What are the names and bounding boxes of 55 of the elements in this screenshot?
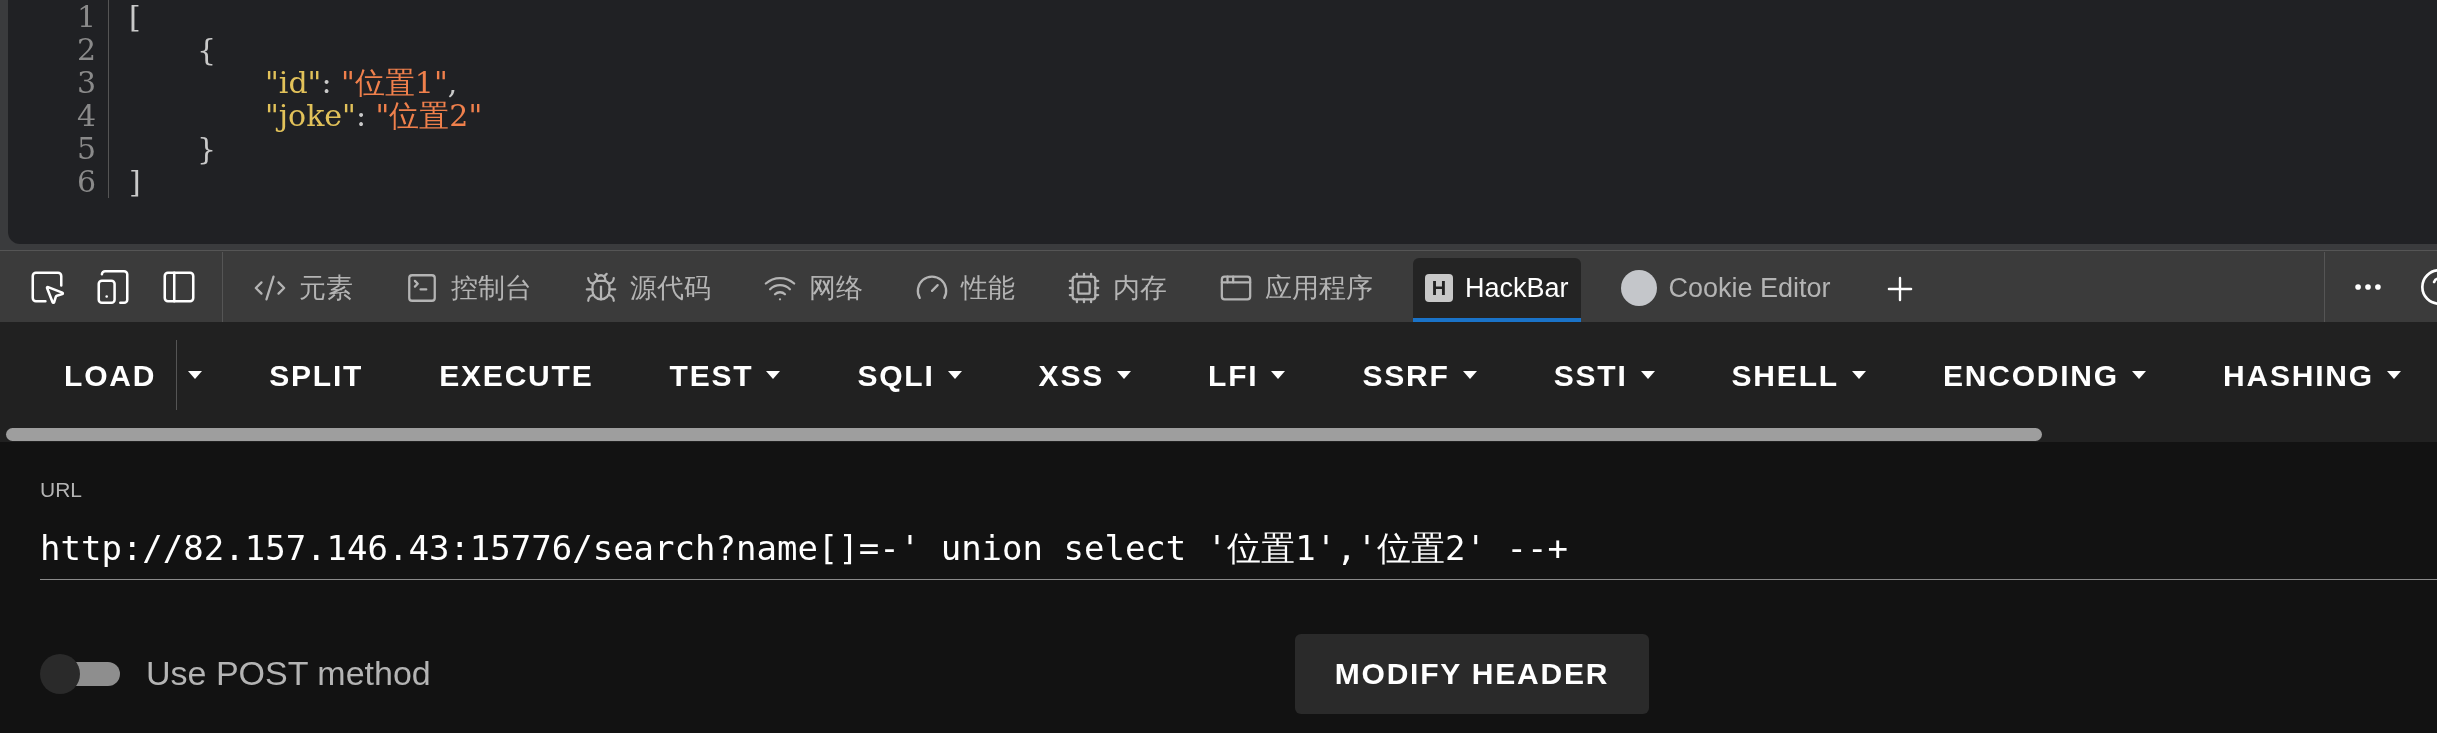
url-label: URL bbox=[40, 477, 83, 503]
json-string: "位置1" bbox=[341, 66, 448, 99]
toolbar-button[interactable]: LFI bbox=[1188, 335, 1307, 415]
toolbar-button[interactable]: SSTI bbox=[1533, 335, 1676, 415]
devtools-tab[interactable]: H HackBar bbox=[1413, 258, 1581, 322]
caret-icon bbox=[2130, 370, 2147, 380]
scrollbar-thumb[interactable] bbox=[6, 428, 2042, 441]
json-punctuation: : bbox=[321, 66, 333, 99]
toolbar-button[interactable]: SHELL bbox=[1711, 335, 1887, 415]
bug-icon bbox=[584, 271, 618, 305]
devtools-tab[interactable]: 控制台 bbox=[393, 258, 544, 322]
post-method-label: Use POST method bbox=[146, 653, 431, 694]
caret-icon bbox=[1270, 370, 1287, 380]
caret-icon bbox=[2385, 370, 2402, 380]
device-icon[interactable] bbox=[94, 268, 132, 306]
panel-icon[interactable] bbox=[160, 268, 198, 306]
toolbar-button[interactable]: ENCODING bbox=[1922, 335, 2167, 415]
json-punctuation: ] bbox=[129, 165, 141, 198]
json-punctuation: { bbox=[197, 33, 217, 66]
devtools-tab[interactable]: 性能 bbox=[903, 258, 1027, 322]
devtools-tab[interactable]: 网络 bbox=[751, 258, 875, 322]
toolbar-button[interactable]: EXECUTE bbox=[419, 335, 614, 415]
inspect-icon[interactable] bbox=[28, 268, 66, 306]
hackbar-logo: H bbox=[1425, 274, 1453, 302]
caret-icon bbox=[187, 370, 204, 380]
toolbar-button[interactable]: HASHING bbox=[2202, 335, 2422, 415]
caret-icon bbox=[1461, 370, 1478, 380]
devtools-tab[interactable]: 应用程序 bbox=[1207, 258, 1385, 322]
devtools-tab[interactable]: 元素 bbox=[241, 258, 365, 322]
terminal-icon bbox=[405, 271, 439, 305]
load-button[interactable]: LOAD bbox=[44, 335, 177, 415]
devtools-tab[interactable]: 内存 bbox=[1055, 258, 1179, 322]
caret-icon bbox=[1116, 370, 1133, 380]
json-key: "joke" bbox=[265, 99, 356, 132]
caret-icon bbox=[946, 370, 963, 380]
json-key: "id" bbox=[265, 66, 322, 99]
caret-icon bbox=[1639, 370, 1656, 380]
toolbar-button[interactable]: XSS bbox=[1018, 335, 1153, 415]
chip-icon bbox=[1067, 271, 1101, 305]
devtools-tab[interactable]: 源代码 bbox=[572, 258, 723, 322]
toolbar-button[interactable]: SPLIT bbox=[249, 335, 384, 415]
caret-icon bbox=[1850, 370, 1867, 380]
json-punctuation: [ bbox=[129, 0, 141, 33]
url-field[interactable]: http://82.157.146.43:15776/search?name[]=-' union select '位置1','位置2' --+ bbox=[40, 519, 2437, 580]
modify-header-button[interactable]: MODIFY HEADER bbox=[1294, 633, 1650, 714]
toolbar-button[interactable]: SSRF bbox=[1342, 335, 1498, 415]
cookie-icon bbox=[1620, 270, 1657, 306]
json-string: "位置2" bbox=[375, 99, 483, 132]
toolbar-button[interactable]: SQLI bbox=[837, 335, 983, 415]
json-punctuation: } bbox=[197, 132, 217, 165]
json-punctuation: , bbox=[447, 66, 458, 99]
toolbar-button[interactable]: TEST bbox=[649, 335, 802, 415]
devtools-tab[interactable]: Cookie Editor bbox=[1608, 258, 1843, 322]
json-punctuation: : bbox=[355, 99, 367, 132]
caret-icon bbox=[765, 370, 782, 380]
